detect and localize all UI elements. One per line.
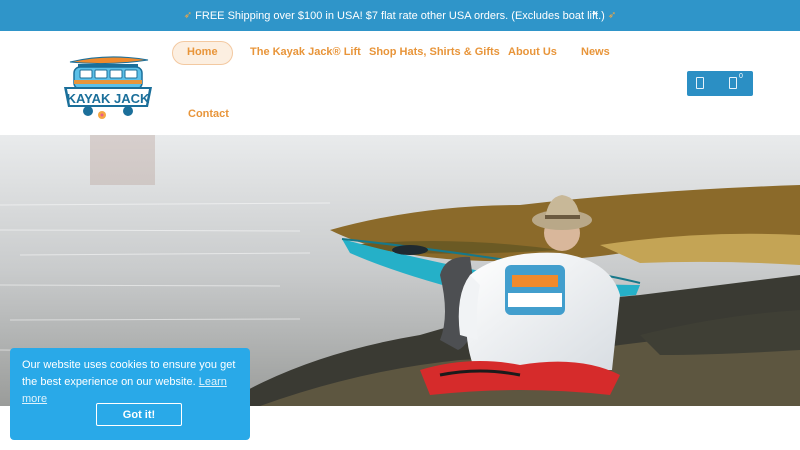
nav-news[interactable]: News (567, 41, 624, 63)
announcement-bar: ➶ FREE Shipping over $100 in USA! $7 fla… (0, 0, 800, 31)
cart-widget[interactable]: 0 (687, 71, 753, 96)
nav-kayak-jack-lift[interactable]: The Kayak Jack® Lift (236, 41, 375, 63)
nav-home[interactable]: Home (172, 41, 233, 65)
close-announcement-button[interactable]: × (592, 8, 598, 20)
cookie-message-block: Our website uses cookies to ensure you g… (22, 357, 244, 408)
announcement-text: FREE Shipping over $100 in USA! $7 flat … (195, 9, 605, 22)
nav-contact[interactable]: Contact (174, 103, 243, 125)
kayak-jack-logo[interactable]: KAYAK JACK (62, 53, 154, 123)
cookie-banner: Our website uses cookies to ensure you g… (10, 348, 250, 440)
nav-about-us[interactable]: About Us (494, 41, 571, 63)
kayak-icon: ➶ (183, 10, 193, 21)
account-icon[interactable] (696, 77, 704, 89)
logo-text: KAYAK JACK (67, 91, 150, 106)
cart-count: 0 (739, 73, 743, 80)
accept-cookies-button[interactable]: Got it! (96, 403, 182, 426)
nav-shop[interactable]: Shop Hats, Shirts & Gifts (355, 41, 514, 63)
kayak-icon: ➶ (607, 10, 617, 21)
cart-icon[interactable] (729, 77, 737, 89)
